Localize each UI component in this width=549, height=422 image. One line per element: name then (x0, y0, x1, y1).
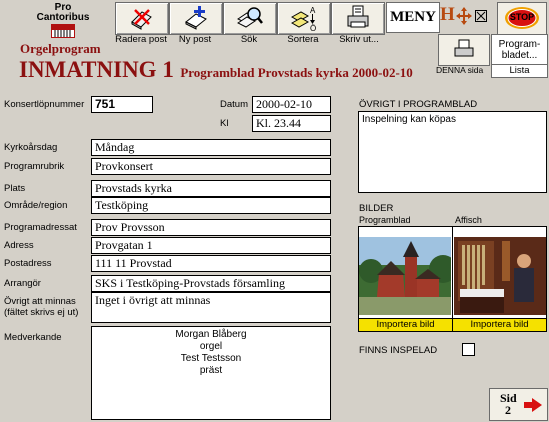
arrangor-field[interactable]: SKS i Testköping-Provstads församling (91, 275, 331, 292)
omrade-field[interactable]: Testköping (91, 197, 331, 214)
sok-button[interactable] (223, 2, 277, 35)
denna-sida-print-button[interactable] (438, 34, 490, 66)
plats-label: Plats (4, 183, 26, 194)
stop-label: STOP (509, 12, 535, 22)
adress-field[interactable]: Provgatan 1 (91, 237, 331, 254)
logo-line2: Cantoribus (36, 12, 90, 23)
sid-number: 2 (505, 403, 511, 417)
ny-post-button[interactable] (169, 2, 223, 35)
page-title: INMATNING 1 Programblad Provstads kyrka … (19, 57, 413, 83)
medverkande-line: präst (199, 365, 223, 376)
church-photo[interactable] (359, 237, 451, 315)
programblad-image-label: Programblad (359, 215, 411, 225)
finns-inspelad-label: FINNS INSPELAD (359, 345, 438, 356)
module-name: Orgelprogram (20, 41, 101, 56)
app-logo: Pro Cantoribus (30, 2, 96, 42)
ovrigt-programblad-label: ÖVRIGT I PROGRAMBLAD (359, 99, 478, 110)
next-page-button[interactable]: Sid 2 (489, 388, 548, 421)
organ-photo[interactable] (454, 237, 546, 315)
programbladet-line1: Program- (498, 39, 541, 50)
medverkande-label: Medverkande (4, 332, 62, 343)
ny-post-label: Ny post (178, 34, 212, 45)
denna-sida-label: DENNA sida (436, 65, 484, 75)
svg-text:Ö: Ö (310, 24, 316, 32)
organ-keyboard-icon (51, 24, 75, 38)
bilder-label: BILDER (359, 203, 394, 214)
meny-button[interactable]: MENY (386, 2, 440, 33)
new-record-icon (185, 6, 207, 30)
sortera-button[interactable]: A Ö (277, 2, 331, 35)
kyrkoarsdag-field[interactable]: Måndag (91, 139, 331, 156)
eraser-icon (131, 9, 152, 30)
ovrigt-minnas-label-line1: Övrigt att minnas (4, 296, 76, 307)
stop-button[interactable]: STOP (497, 2, 547, 35)
sort-icon: A Ö (291, 6, 316, 32)
konsertlopnummer-label: Konsertlöpnummer (4, 99, 85, 110)
medverkande-line: Test Testsson (180, 353, 242, 364)
kl-field[interactable]: Kl. 23.44 (252, 115, 331, 132)
affisch-image-label: Affisch (455, 215, 482, 225)
adress-label: Adress (4, 240, 34, 251)
page-title-main: INMATNING 1 (19, 57, 174, 82)
arrow-right-icon (524, 398, 542, 412)
datum-field[interactable]: 2000-02-10 (252, 96, 331, 113)
close-window-icon[interactable] (475, 10, 487, 22)
medverkande-line: Morgan Blåberg (175, 329, 247, 340)
kl-label: Kl (220, 118, 229, 129)
medverkande-field[interactable]: Morgan Blåberg orgel Test Testsson präst (91, 326, 331, 420)
small-printer-icon (454, 39, 474, 57)
importera-bild-programblad-button[interactable]: Importera bild (358, 318, 453, 332)
printer-icon (347, 5, 369, 28)
plats-field[interactable]: Provstads kyrka (91, 180, 331, 197)
skriv-ut-label: Skriv ut... (339, 34, 379, 45)
arrangor-label: Arrangör (4, 278, 41, 289)
ovrigt-minnas-label-line2: (fältet skrivs ej ut) (4, 307, 79, 318)
radera-post-button[interactable] (115, 2, 169, 35)
magnifier-icon (237, 7, 263, 28)
h-button[interactable]: H (440, 4, 456, 26)
sortera-label: Sortera (287, 34, 319, 45)
importera-bild-affisch-button[interactable]: Importera bild (452, 318, 547, 332)
finns-inspelad-checkbox[interactable] (462, 343, 475, 356)
radera-post-label: Radera post (115, 34, 167, 45)
postadress-label: Postadress (4, 258, 52, 269)
bilder-divider (452, 226, 453, 332)
programrubrik-label: Programrubrik (4, 161, 65, 172)
programadressat-label: Programadressat (4, 222, 77, 233)
programbladet-button[interactable]: Program- bladet... (491, 34, 548, 66)
postadress-field[interactable]: 111 11 Provstad (91, 255, 331, 272)
page-subtitle: Programblad Provstads kyrka 2000-02-10 (180, 65, 413, 80)
ovrigt-minnas-label: Övrigt att minnas (fältet skrivs ej ut) (4, 296, 78, 318)
ovrigt-minnas-field[interactable]: Inget i övrigt att minnas (91, 292, 331, 323)
move-arrows-icon[interactable] (456, 7, 472, 25)
datum-label: Datum (220, 99, 248, 110)
lista-button[interactable]: Lista (491, 64, 548, 78)
programadressat-field[interactable]: Prov Provsson (91, 219, 331, 236)
programrubrik-field[interactable]: Provkonsert (91, 158, 331, 175)
svg-text:A: A (310, 6, 316, 15)
konsertlopnummer-field[interactable]: 751 (91, 96, 153, 113)
omrade-label: Område/region (4, 200, 68, 211)
ovrigt-programblad-field[interactable]: Inspelning kan köpas (358, 111, 547, 193)
skriv-ut-button[interactable] (331, 2, 385, 35)
kyrkoarsdag-label: Kyrkoårsdag (4, 142, 58, 153)
sok-label: Sök (240, 34, 258, 45)
medverkande-line: orgel (199, 341, 223, 352)
programbladet-line2: bladet... (501, 50, 538, 61)
